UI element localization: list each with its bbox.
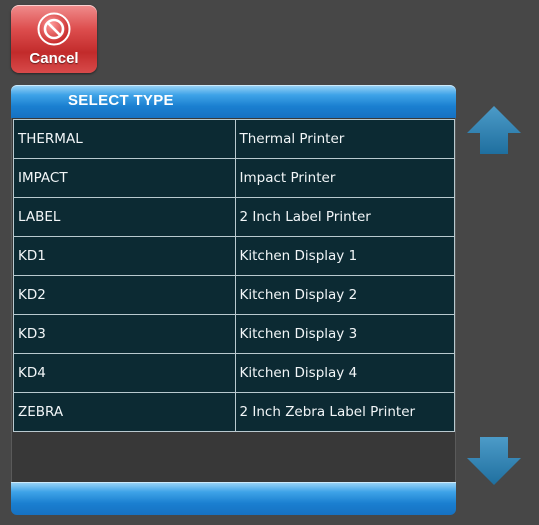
scroll-up-button[interactable]	[465, 104, 523, 156]
type-description-cell[interactable]: Kitchen Display 3	[234, 314, 455, 354]
type-description-cell[interactable]: Thermal Printer	[234, 119, 455, 159]
type-code-cell[interactable]: KD3	[13, 314, 236, 354]
type-description-cell[interactable]: Kitchen Display 2	[234, 275, 455, 315]
table-row[interactable]: IMPACT Impact Printer	[13, 158, 455, 198]
type-code-cell[interactable]: KD1	[13, 236, 236, 276]
type-description-cell[interactable]: Impact Printer	[234, 158, 455, 198]
type-code-cell[interactable]: IMPACT	[13, 158, 236, 198]
arrow-down-icon	[467, 437, 521, 485]
type-table: THERMAL Thermal Printer IMPACT Impact Pr…	[13, 119, 455, 432]
scroll-down-button[interactable]	[465, 435, 523, 487]
no-entry-icon	[37, 12, 71, 46]
type-code-cell[interactable]: THERMAL	[13, 119, 236, 159]
panel-title: SELECT TYPE	[68, 92, 174, 109]
type-list: THERMAL Thermal Printer IMPACT Impact Pr…	[11, 118, 456, 482]
table-row[interactable]: LABEL 2 Inch Label Printer	[13, 197, 455, 237]
type-code-cell[interactable]: KD4	[13, 353, 236, 393]
table-row[interactable]: ZEBRA 2 Inch Zebra Label Printer	[13, 392, 455, 432]
type-description-cell[interactable]: Kitchen Display 4	[234, 353, 455, 393]
table-row[interactable]: KD2 Kitchen Display 2	[13, 275, 455, 315]
type-description-cell[interactable]: 2 Inch Zebra Label Printer	[234, 392, 455, 432]
table-row[interactable]: KD3 Kitchen Display 3	[13, 314, 455, 354]
type-code-cell[interactable]: ZEBRA	[13, 392, 236, 432]
type-description-cell[interactable]: Kitchen Display 1	[234, 236, 455, 276]
type-code-cell[interactable]: LABEL	[13, 197, 236, 237]
type-code-cell[interactable]: KD2	[13, 275, 236, 315]
arrow-up-icon	[467, 106, 521, 154]
type-description-cell[interactable]: 2 Inch Label Printer	[234, 197, 455, 237]
table-row[interactable]: KD1 Kitchen Display 1	[13, 236, 455, 276]
cancel-button-label: Cancel	[29, 50, 79, 67]
table-row[interactable]: KD4 Kitchen Display 4	[13, 353, 455, 393]
panel-header: SELECT TYPE	[11, 85, 456, 118]
panel-footer	[11, 482, 456, 515]
table-row[interactable]: THERMAL Thermal Printer	[13, 119, 455, 159]
select-type-panel: SELECT TYPE THERMAL Thermal Printer IMPA…	[11, 85, 456, 515]
cancel-button[interactable]: Cancel	[11, 5, 97, 73]
